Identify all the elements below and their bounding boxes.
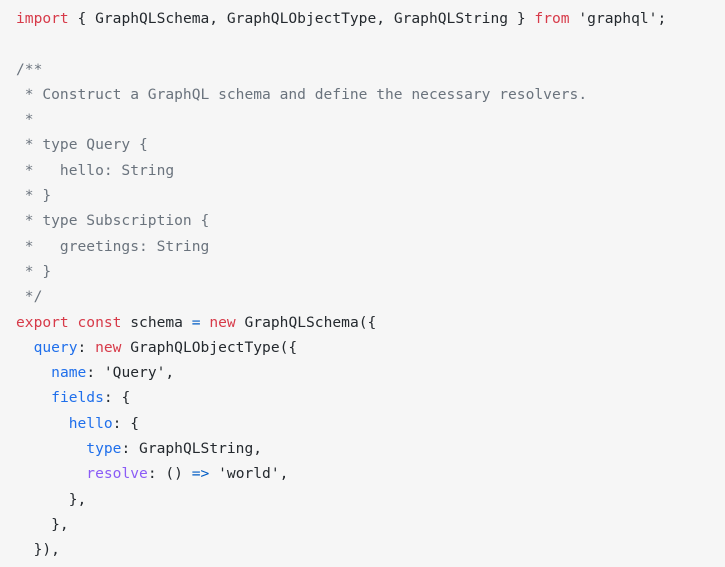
code-token-comment: * type Query { [16,136,148,154]
code-token-string: 'Query' [103,364,166,382]
code-token-keyword: new [95,338,122,356]
code-line: * greetings: String [16,234,725,259]
code-token-punct: , [253,440,263,458]
code-token-comment: * } [16,187,52,205]
code-token-plain: GraphQLString [139,440,254,458]
code-editor-surface: import { GraphQLSchema, GraphQLObjectTyp… [0,0,725,567]
code-line: name: 'Query', [16,360,725,385]
code-token-plain: { GraphQLSchema, GraphQLObjectType, Grap… [77,10,526,27]
code-token-property: hello [68,414,113,432]
code-token-plain: GraphQLObjectType({ [130,338,298,356]
code-token-punct: }, [16,490,87,508]
code-token-punct: , [165,364,175,382]
code-token-property: name [51,364,87,382]
code-token-punct: : [77,338,96,356]
code-line: /** [16,57,725,82]
code-token-property: query [33,338,78,356]
code-token-keyword: import [16,10,69,27]
code-token-punct: }), [16,541,60,559]
code-token-plain: GraphQLSchema({ [244,313,377,331]
code-line: fields: { [16,385,725,410]
code-token-resolve: resolve [86,465,148,483]
code-line: * Construct a GraphQL schema and define … [16,82,725,107]
code-token-plain: schema [130,313,183,331]
code-token-comment: */ [16,288,43,306]
code-line: hello: { [16,411,725,436]
code-line: * type Query { [16,132,725,157]
code-token-punct: }, [16,515,69,533]
code-token-comment: * type Subscription { [16,212,210,230]
code-token-punct: : [121,440,140,458]
code-line: * } [16,183,725,208]
code-line: query: new GraphQLObjectType({ [16,335,725,360]
code-token-string: 'world' [218,465,280,483]
code-token-property: fields [51,389,104,407]
code-line: }, [16,487,725,512]
code-token-punct: : { [112,414,140,432]
code-token-property: type [86,440,122,458]
code-line: * [16,107,725,132]
code-token-punct: : [86,364,104,382]
code-token-keyword: from [534,10,570,27]
code-token-keyword: export [16,313,69,331]
code-token-punct: : () [147,465,192,483]
code-token-punct: ; [657,10,667,27]
code-line: import { GraphQLSchema, GraphQLObjectTyp… [16,6,725,31]
code-content: import { GraphQLSchema, GraphQLObjectTyp… [16,6,725,563]
code-token-comment: * hello: String [16,161,175,179]
code-line: }), [16,537,725,562]
code-line: type: GraphQLString, [16,436,725,461]
code-line: */ [16,284,725,309]
code-line: export const schema = new GraphQLSchema(… [16,310,725,335]
code-token-punct: , [279,465,289,483]
code-token-punct: : { [103,389,131,407]
code-token-keyword: const [77,313,122,331]
code-token-keyword: new [209,313,236,331]
code-line: }, [16,512,725,537]
code-token-operator: = [191,313,201,331]
code-token-operator: => [191,465,210,483]
code-line: * type Subscription { [16,208,725,233]
code-line: * } [16,259,725,284]
code-token-comment: * Construct a GraphQL schema and define … [16,85,588,103]
code-token-comment: /** [16,60,43,78]
code-token-string: 'graphql' [578,10,658,27]
code-token-comment: * } [16,262,52,280]
code-block[interactable]: import { GraphQLSchema, GraphQLObjectTyp… [0,6,725,563]
code-token-comment: * [16,111,34,129]
code-token-comment: * greetings: String [16,237,210,255]
code-line: * hello: String [16,158,725,183]
code-line: resolve: () => 'world', [16,461,725,486]
